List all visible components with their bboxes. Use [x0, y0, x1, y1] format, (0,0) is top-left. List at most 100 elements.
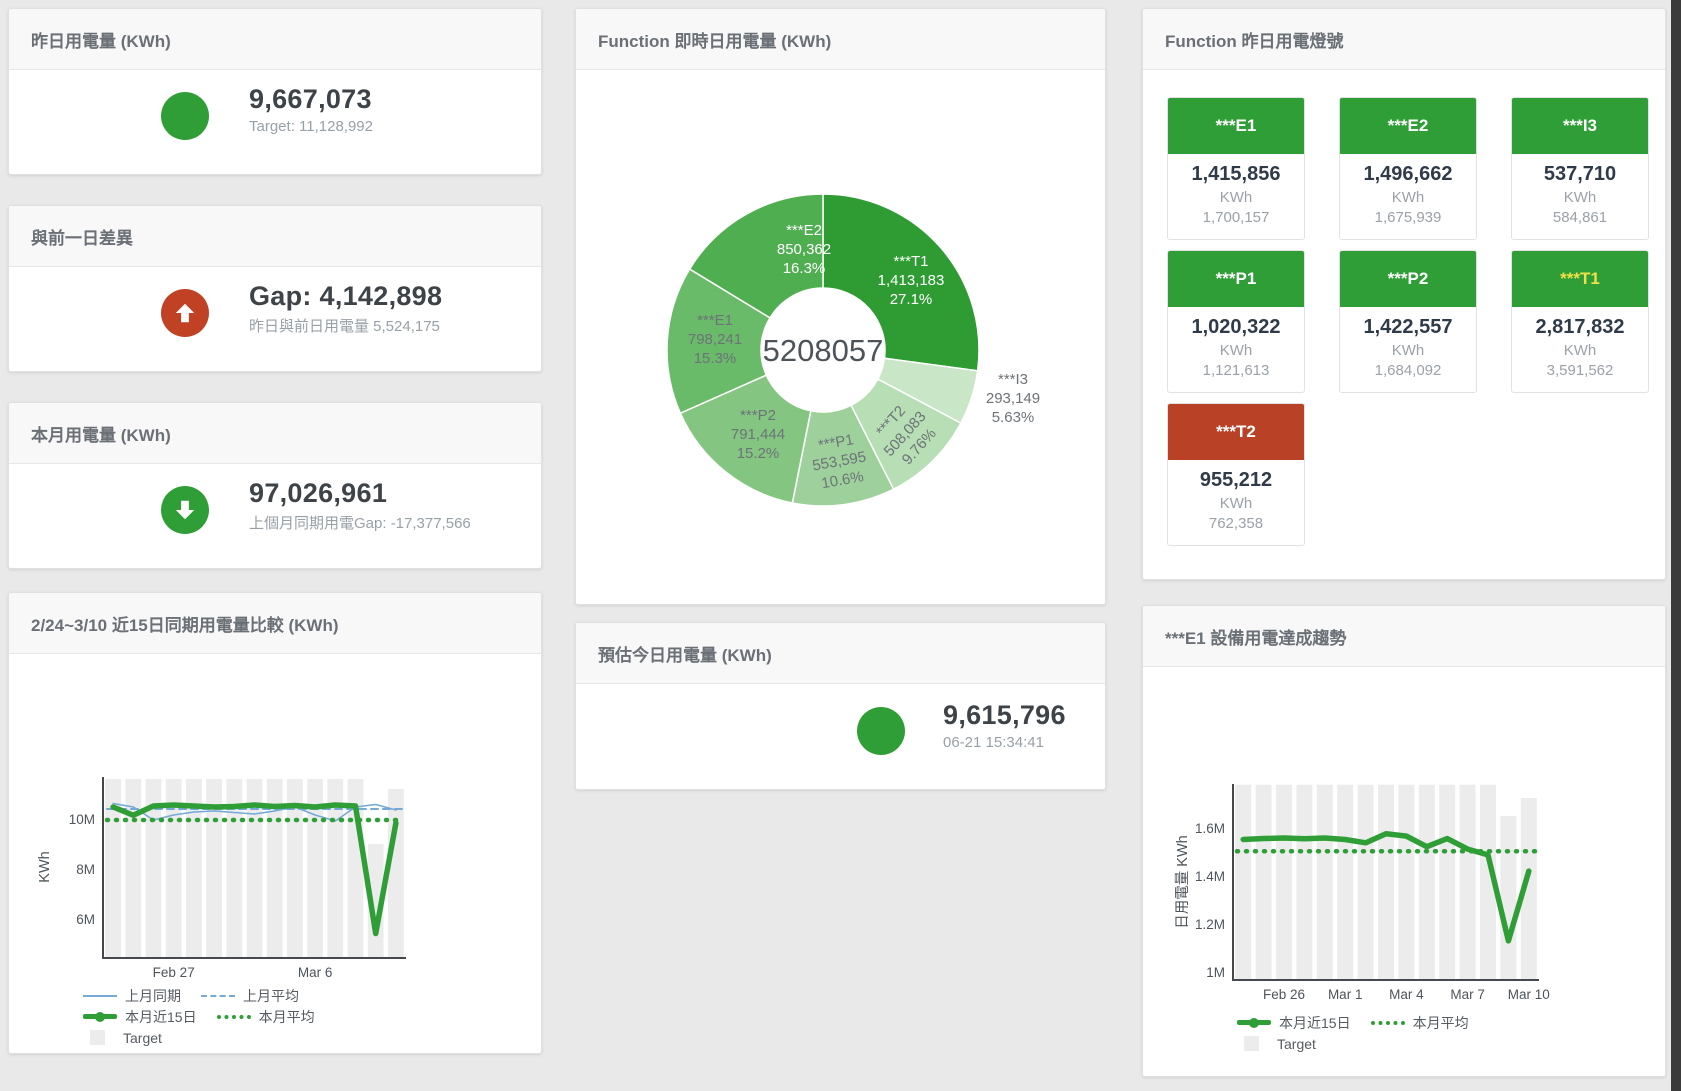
status-tile-P1: ***P1 1,020,322 KWh 1,121,613: [1167, 250, 1305, 393]
svg-text:***I3293,1495.63%: ***I3293,1495.63%: [986, 371, 1040, 426]
tile-unit: KWh: [1168, 495, 1304, 512]
tile-target: 1,121,613: [1168, 362, 1304, 379]
svg-text:10M: 10M: [69, 812, 95, 827]
legend-item: Target: [83, 1030, 162, 1046]
stat-subtitle: Target: 11,128,992: [249, 118, 373, 135]
legend-label: 本月近15日: [1279, 1013, 1351, 1033]
svg-text:8M: 8M: [76, 862, 95, 877]
legend-label: 上月同期: [125, 986, 181, 1006]
legend-line-swatch: [1371, 1021, 1405, 1025]
tile-unit: KWh: [1512, 342, 1648, 359]
svg-text:日用電量 KWh: 日用電量 KWh: [1175, 835, 1191, 928]
panel-header: 預估今日用電量 (KWh): [576, 623, 1105, 684]
legend-row: 本月近15日 本月平均: [83, 1006, 335, 1027]
svg-text:Mar 7: Mar 7: [1450, 987, 1485, 1002]
tile-unit: KWh: [1512, 189, 1648, 206]
tile-target: 1,675,939: [1340, 209, 1476, 226]
tile-unit: KWh: [1168, 342, 1304, 359]
stat-value: 9,615,796: [943, 700, 1066, 730]
legend-row: Target: [1237, 1033, 1489, 1054]
legend-target-swatch: [90, 1030, 105, 1045]
realtime-donut-chart[interactable]: ***T11,413,18327.1%***I3293,1495.63%***T…: [576, 9, 1105, 604]
window-edge: [1671, 0, 1681, 1091]
arrow-up-icon: [161, 289, 209, 337]
panel-e1-trend-chart: ***E1 設備用電達成趨勢 1M1.2M1.4M1.6MFeb 26Mar 1…: [1142, 605, 1666, 1077]
svg-text:1.4M: 1.4M: [1195, 869, 1225, 884]
panel-title: 本月用電量 (KWh): [31, 421, 171, 446]
svg-text:Mar 10: Mar 10: [1508, 987, 1550, 1002]
e1-trend-chart[interactable]: 1M1.2M1.4M1.6MFeb 26Mar 1Mar 4Mar 7Mar 1…: [1143, 606, 1665, 1076]
status-tile-T2: ***T2955,212KWh762,358: [1167, 403, 1305, 546]
tile-value: 955,212: [1168, 469, 1304, 492]
panel-estimate-today: 預估今日用電量 (KWh) 9,615,796 06-21 15:34:41: [575, 622, 1106, 790]
tile-label: ***E2: [1340, 98, 1476, 154]
panel-title: 昨日用電量 (KWh): [31, 27, 171, 52]
tile-label: ***I3: [1512, 98, 1648, 154]
panel-title: 與前一日差異: [31, 224, 133, 249]
legend-row: Target: [83, 1027, 335, 1048]
svg-text:Mar 6: Mar 6: [298, 965, 333, 980]
svg-text:Mar 1: Mar 1: [1328, 987, 1363, 1002]
status-circle-icon: [857, 707, 905, 755]
stat-value: 97,026,961: [249, 478, 471, 508]
svg-text:1.2M: 1.2M: [1195, 917, 1225, 932]
tile-target: 1,684,092: [1340, 362, 1476, 379]
panel-body: Gap: 4,142,898 昨日與前日用電量 5,524,175: [9, 267, 541, 371]
tile-target: 584,861: [1512, 209, 1648, 226]
panel-body: 9,615,796 06-21 15:34:41: [576, 684, 1105, 789]
panel-comparison-chart: 2/24~3/10 近15日同期用電量比較 (KWh) 6M8M10MFeb 2…: [8, 592, 542, 1054]
status-tile-E1: ***E1 1,415,856 KWh 1,700,157: [1167, 97, 1305, 240]
tile-unit: KWh: [1168, 189, 1304, 206]
tile-target: 1,700,157: [1168, 209, 1304, 226]
legend-item: 本月近15日: [1237, 1013, 1351, 1033]
tile-label: ***E1: [1168, 98, 1304, 154]
svg-text:6M: 6M: [76, 912, 95, 927]
stat-subtitle: 昨日與前日用電量 5,524,175: [249, 315, 442, 336]
legend-label: 本月平均: [259, 1007, 315, 1027]
tile-value: 1,415,856: [1168, 163, 1304, 186]
comparison-chart[interactable]: 6M8M10MFeb 27Mar 6KWh: [9, 593, 541, 1053]
tile-unit: KWh: [1340, 189, 1476, 206]
legend-target-swatch: [1244, 1036, 1259, 1051]
tile-label: ***P2: [1340, 251, 1476, 307]
tile-value: 1,020,322: [1168, 316, 1304, 339]
svg-text:1.6M: 1.6M: [1195, 821, 1225, 836]
tile-value: 2,817,832: [1512, 316, 1648, 339]
legend-label: Target: [1277, 1036, 1316, 1052]
panel-yesterday-usage: 昨日用電量 (KWh) 9,667,073 Target: 11,128,992: [8, 8, 542, 175]
legend-item: 本月平均: [1371, 1013, 1469, 1033]
legend-item: 上月同期: [83, 986, 181, 1006]
status-tile-T1: ***T12,817,832KWh3,591,562: [1511, 250, 1649, 393]
tile-target: 762,358: [1168, 515, 1304, 532]
tile-label: ***P1: [1168, 251, 1304, 307]
legend-row: 上月同期 上月平均: [83, 985, 335, 1006]
tile-value: 1,496,662: [1340, 163, 1476, 186]
status-tile-I3: ***I3537,710KWh584,861: [1511, 97, 1649, 240]
stat-value: 9,667,073: [249, 84, 373, 114]
legend-thick-line-swatch: [83, 1012, 117, 1022]
panel-realtime-donut: Function 即時日用電量 (KWh) ***T11,413,18327.1…: [575, 8, 1106, 605]
legend-item: Target: [1237, 1036, 1316, 1052]
tile-value: 1,422,557: [1340, 316, 1476, 339]
status-circle-icon: [161, 92, 209, 140]
tile-target: 3,591,562: [1512, 362, 1648, 379]
panel-body: 97,026,961 上個月同期用電Gap: -17,377,566: [9, 464, 541, 568]
trend-chart-legend: 本月近15日本月平均 Target: [1237, 1012, 1489, 1054]
legend-label: Target: [123, 1030, 162, 1046]
legend-thick-line-swatch: [1237, 1018, 1271, 1028]
legend-item: 本月平均: [217, 1007, 315, 1027]
svg-text:Feb 26: Feb 26: [1263, 987, 1305, 1002]
panel-body: 9,667,073 Target: 11,128,992: [9, 70, 541, 174]
arrow-down-icon: [161, 486, 209, 534]
legend-label: 上月平均: [243, 986, 299, 1006]
stat-subtitle: 上個月同期用電Gap: -17,377,566: [249, 512, 471, 533]
status-tile-P2: ***P21,422,557KWh1,684,092: [1339, 250, 1477, 393]
panel-status-lights: Function 昨日用電燈號 ***E11,415,856KWh1,700,1…: [1142, 8, 1666, 580]
svg-text:KWh: KWh: [37, 851, 53, 882]
legend-item: 本月近15日: [83, 1007, 197, 1027]
legend-item: 上月平均: [201, 986, 299, 1006]
panel-title: 預估今日用電量 (KWh): [598, 641, 772, 666]
legend-line-swatch: [83, 995, 117, 997]
energy-dashboard: 昨日用電量 (KWh) 9,667,073 Target: 11,128,992…: [0, 0, 1681, 1091]
stat-value: Gap: 4,142,898: [249, 281, 442, 311]
